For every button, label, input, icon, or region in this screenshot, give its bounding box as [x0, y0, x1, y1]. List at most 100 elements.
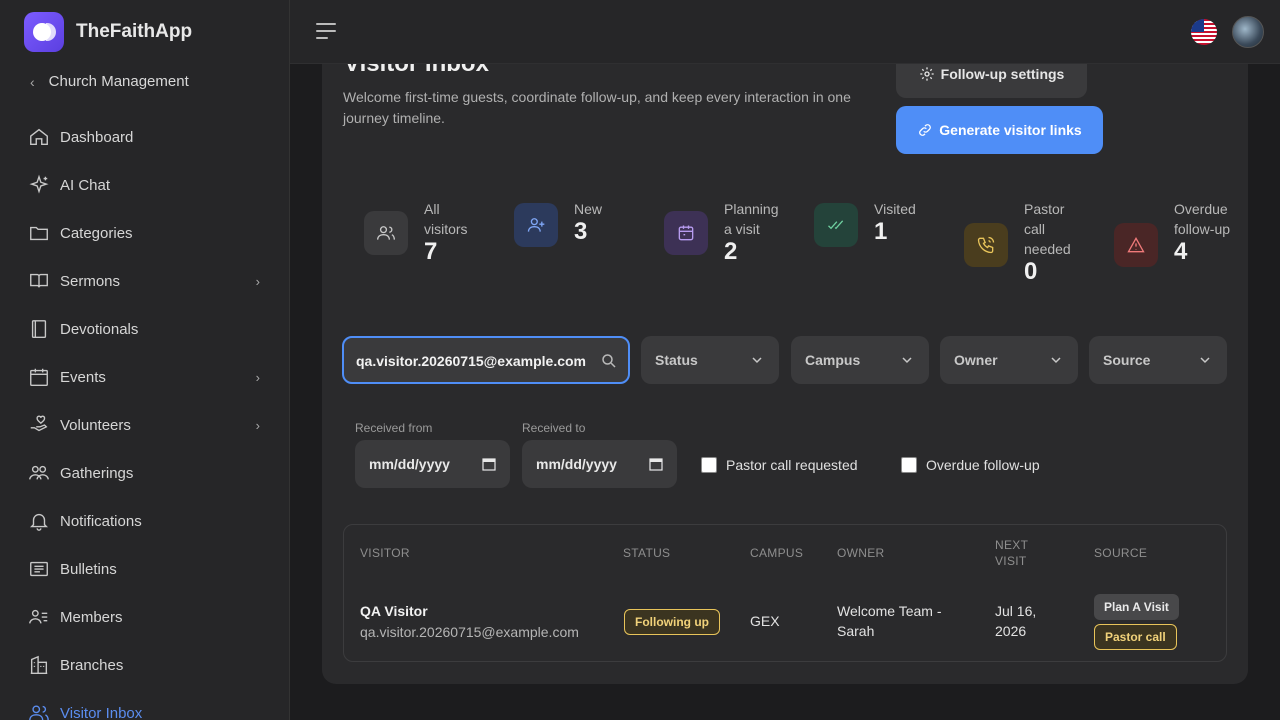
generate-visitor-links-button[interactable]: Generate visitor links: [896, 106, 1103, 154]
sidebar-item-volunteers[interactable]: Volunteers ›: [28, 401, 264, 449]
column-header-campus[interactable]: CAMPUS: [750, 545, 803, 561]
chevron-right-icon: ›: [255, 417, 260, 433]
calendar-icon: [678, 225, 694, 241]
visitor-email: qa.visitor.20260715@example.com: [360, 624, 579, 640]
sidebar-item-label: Members: [60, 608, 123, 626]
sidebar-item-label: Devotionals: [60, 320, 139, 338]
bulletin-icon: [30, 561, 48, 577]
search-icon[interactable]: [600, 352, 618, 370]
owner-filter-select[interactable]: Owner: [940, 336, 1078, 384]
source-filter-select[interactable]: Source: [1089, 336, 1227, 384]
sidebar-item-label: Branches: [60, 656, 124, 674]
sidebar: TheFaithApp ‹ Church Management Dashboar…: [0, 0, 290, 720]
stat-icon-wrap: [814, 203, 858, 247]
sidebar-item-dashboard[interactable]: Dashboard: [28, 113, 264, 161]
hand-heart-icon: [30, 415, 48, 432]
users-icon: [377, 226, 395, 240]
campus-filter-select[interactable]: Campus: [791, 336, 929, 384]
stat-label: Visited: [874, 201, 916, 217]
column-header-source[interactable]: SOURCE: [1094, 545, 1147, 561]
visitor-table: VISITOR STATUS CAMPUS OWNER NEXT VISIT S…: [343, 524, 1227, 662]
menu-toggle-icon[interactable]: [316, 23, 336, 41]
stat-overdue-follow-up[interactable]: Overdue follow-up 4: [1114, 199, 1234, 267]
search-field[interactable]: [342, 336, 630, 384]
status-filter-label: Status: [655, 352, 698, 368]
app-name: TheFaithApp: [76, 21, 193, 42]
column-header-visitor[interactable]: VISITOR: [360, 545, 410, 561]
back-to-church-management[interactable]: ‹ Church Management: [30, 73, 189, 90]
chevron-right-icon: ›: [255, 273, 260, 289]
avatar[interactable]: [1232, 16, 1264, 48]
checkbox-box[interactable]: [701, 457, 717, 473]
us-flag-icon[interactable]: [1191, 19, 1217, 45]
sidebar-item-label: AI Chat: [60, 176, 111, 194]
sidebar-item-branches[interactable]: Branches: [28, 641, 264, 689]
gear-icon: [920, 67, 934, 81]
sidebar-item-label: Gatherings: [60, 464, 134, 482]
stat-icon-wrap: [364, 211, 408, 255]
column-header-status[interactable]: STATUS: [623, 545, 670, 561]
warning-icon: [1127, 236, 1145, 253]
sidebar-item-label: Dashboard: [60, 128, 134, 146]
date-placeholder: mm/dd/yyyy: [369, 456, 450, 472]
received-to-input[interactable]: mm/dd/yyyy: [522, 440, 677, 488]
book-icon: [30, 273, 48, 288]
stat-pastor-call-needed[interactable]: Pastor call needed 0: [964, 199, 1084, 285]
overdue-follow-up-checkbox[interactable]: Overdue follow-up: [901, 457, 1040, 473]
sparkle-icon: [29, 174, 49, 194]
sidebar-item-bulletins[interactable]: Bulletins: [28, 545, 264, 593]
checkbox-box[interactable]: [901, 457, 917, 473]
pastor-call-requested-checkbox[interactable]: Pastor call requested: [701, 457, 858, 473]
sidebar-item-label: Visitor Inbox: [60, 704, 143, 720]
stat-label: Pastor call needed: [1024, 201, 1071, 257]
column-header-next-visit[interactable]: NEXT VISIT: [995, 537, 1045, 569]
sidebar-item-sermons[interactable]: Sermons ›: [28, 257, 264, 305]
calendar-icon[interactable]: [482, 457, 496, 471]
generate-visitor-links-label: Generate visitor links: [939, 122, 1082, 138]
stat-label: All visitors: [424, 201, 468, 237]
sidebar-item-categories[interactable]: Categories: [28, 209, 264, 257]
campus-cell: GEX: [750, 613, 780, 629]
stat-all-visitors[interactable]: All visitors 7: [364, 199, 484, 265]
double-check-icon: [828, 220, 844, 230]
sidebar-item-ai-chat[interactable]: AI Chat: [28, 161, 264, 209]
stat-new[interactable]: New 3: [514, 199, 602, 247]
received-to-label: Received to: [522, 421, 586, 435]
brand[interactable]: TheFaithApp: [24, 12, 192, 52]
search-input[interactable]: [356, 350, 600, 372]
sidebar-item-events[interactable]: Events ›: [28, 353, 264, 401]
chevron-down-icon: [1200, 357, 1210, 364]
sidebar-item-label: Bulletins: [60, 560, 117, 578]
stat-value: 7: [424, 238, 438, 265]
stat-icon-wrap: [664, 211, 708, 255]
sidebar-item-label: Categories: [60, 224, 133, 242]
link-icon: [919, 124, 932, 136]
sidebar-item-label: Events: [60, 368, 106, 386]
stat-visited[interactable]: Visited 1: [814, 199, 916, 247]
chevron-down-icon: [752, 357, 762, 364]
members-icon: [29, 609, 48, 624]
stat-label: New: [574, 201, 603, 217]
chevron-down-icon: [902, 357, 912, 364]
chevron-down-icon: [1051, 357, 1061, 364]
stat-icon-wrap: [514, 203, 558, 247]
stat-icon-wrap: [1114, 223, 1158, 267]
folder-icon: [30, 226, 48, 241]
sidebar-item-gatherings[interactable]: Gatherings: [28, 449, 264, 497]
column-header-owner[interactable]: OWNER: [837, 545, 885, 561]
received-from-input[interactable]: mm/dd/yyyy: [355, 440, 510, 488]
calendar-icon[interactable]: [649, 457, 663, 471]
sidebar-item-visitor-inbox[interactable]: Visitor Inbox: [28, 689, 264, 720]
visitor-name[interactable]: QA Visitor: [360, 601, 428, 621]
source-filter-label: Source: [1103, 352, 1151, 368]
status-filter-select[interactable]: Status: [641, 336, 779, 384]
page-subtitle: Welcome first-time guests, coordinate fo…: [343, 89, 851, 126]
status-badge: Following up: [624, 609, 720, 635]
source-badge: Pastor call: [1094, 624, 1177, 650]
home-icon: [30, 128, 48, 146]
sidebar-item-notifications[interactable]: Notifications: [28, 497, 264, 545]
date-placeholder: mm/dd/yyyy: [536, 456, 617, 472]
sidebar-item-devotionals[interactable]: Devotionals: [28, 305, 264, 353]
stat-planning-a-visit[interactable]: Planning a visit 2: [664, 199, 786, 265]
sidebar-item-members[interactable]: Members: [28, 593, 264, 641]
